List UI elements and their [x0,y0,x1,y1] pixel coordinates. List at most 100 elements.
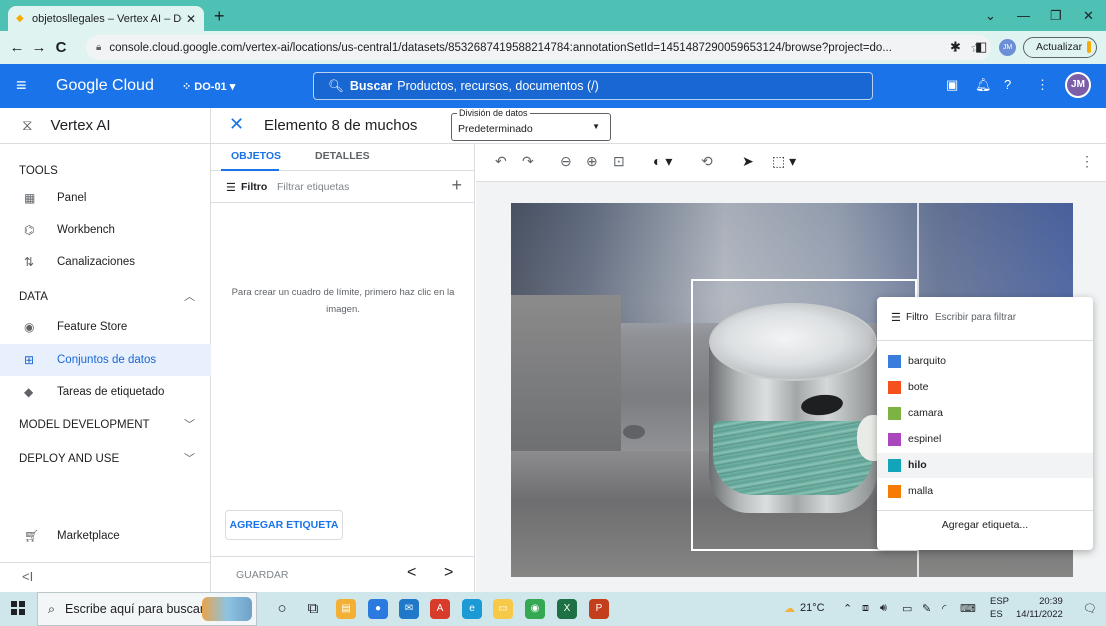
clock[interactable]: 20:39 14/11/2022 [1016,595,1063,621]
zoom-out-icon[interactable]: ⊖ [560,153,572,170]
volume-icon[interactable]: 🔊︎ [880,602,887,615]
input-language[interactable]: ESP ES [990,595,1009,621]
filter-input[interactable]: Filtrar etiquetas [277,181,349,193]
forward-button[interactable]: → [28,39,50,56]
chrome-profile-icon[interactable]: ● [368,599,388,619]
label-option-espinel[interactable]: espinel [877,427,1093,452]
data-split-select[interactable]: División de datos Predeterminado ▼ [451,108,611,141]
tab-search-icon[interactable]: ⌄ [985,8,996,24]
label-option-hilo[interactable]: hilo [877,453,1093,478]
google-cloud-logo[interactable]: Google Cloud [56,77,154,95]
add-new-label-option[interactable]: Agregar etiqueta... [877,519,1093,531]
weather-temp[interactable]: 21°C [800,602,825,614]
label-color-swatch [888,355,901,368]
label-filter[interactable]: ☰ Filtro Filtrar etiquetas + [211,171,474,203]
taskbar-search-placeholder: Escribe aquí para buscar [65,602,204,616]
tab-detalles[interactable]: DETALLES [315,150,370,162]
more-vert-icon[interactable]: ⋮ [1036,77,1049,93]
file-explorer-icon[interactable]: ▭ [493,599,513,619]
label-option-malla[interactable]: malla [877,479,1093,504]
browser-tab[interactable]: ◆ objetosllegales – Vertex AI – DO- ✕ [8,6,204,31]
weather-icon[interactable]: ☁ [784,602,795,615]
label-option-bote[interactable]: bote [877,375,1093,400]
side-panel-icon[interactable]: ◧ [975,39,987,55]
next-item-button[interactable]: > [444,564,453,582]
account-avatar[interactable]: JM [1065,72,1091,98]
item-counter-title: Elemento 8 de muchos [264,117,418,134]
add-label-button[interactable]: AGREGAR ETIQUETA [225,510,343,540]
data-split-value: Predeterminado [458,123,533,135]
sidebar-item-labeling-tasks[interactable]: ◆ Tareas de etiquetado [0,376,211,408]
close-tab-icon[interactable]: ✕ [186,12,196,26]
rotate-icon[interactable]: ⟲ [701,153,713,170]
minimize-icon[interactable]: — [1017,8,1030,23]
windows-start-icon[interactable] [11,601,25,615]
filter-label: Filtro [241,181,268,193]
fit-to-screen-icon[interactable]: ⊡ [613,153,625,170]
task-view-icon[interactable]: ⧉ [303,599,323,619]
acrobat-icon[interactable]: A [430,599,450,619]
battery-icon[interactable]: ▭ [902,602,912,615]
chrome-icon[interactable]: ◉ [525,599,545,619]
extensions-icon[interactable]: ✱ [950,39,961,55]
notifications-bell-icon[interactable]: 🔔︎ [975,77,992,93]
filter-input[interactable]: Escribir para filtrar [935,312,1016,323]
browser-profile-avatar[interactable]: JM [999,39,1016,56]
powerpoint-icon[interactable]: P [589,599,609,619]
save-button[interactable]: GUARDAR [236,569,289,581]
tab-objetos[interactable]: OBJETOS [231,150,281,162]
more-vert-icon[interactable]: ⋮ [1080,153,1094,170]
tray-overflow-icon[interactable]: ⌃ [843,602,852,615]
url-text[interactable]: console.cloud.google.com/vertex-ai/locat… [109,42,940,54]
restore-icon[interactable]: ❐ [1050,8,1062,24]
cloud-shell-icon[interactable]: ▣ [946,77,958,93]
cortana-icon[interactable]: ○ [272,599,292,619]
bounding-box-tool-icon[interactable]: ⬚ ▾ [772,153,796,170]
project-picker[interactable]: ⁘ DO-01 ▾ [182,80,235,93]
update-browser-button[interactable]: Actualizar [1023,37,1097,58]
section-deploy-and-use[interactable]: DEPLOY AND USE ﹀ [0,446,211,472]
close-icon[interactable]: ✕ [229,114,244,135]
mail-icon[interactable]: ✉ [399,599,419,619]
label-option-camara[interactable]: camara [877,401,1093,426]
network-icon[interactable]: ⧈ [862,602,869,615]
back-button[interactable]: ← [6,39,28,56]
store-icon[interactable]: ▤ [336,599,356,619]
zoom-in-icon[interactable]: ⊕ [586,153,598,170]
select-pointer-icon[interactable]: ➤ [742,153,754,170]
undo-icon[interactable]: ↶ [495,153,507,170]
previous-item-button[interactable]: < [407,564,416,582]
address-bar[interactable]: 🔒︎ console.cloud.google.com/vertex-ai/lo… [86,35,991,60]
filter-label: Filtro [906,312,929,323]
edge-icon[interactable]: e [462,599,482,619]
redo-icon[interactable]: ↷ [522,153,534,170]
label-picker-filter[interactable]: ☰ Filtro Escribir para filtrar [877,297,1093,341]
sidebar-item-label: Canalizaciones [57,256,135,268]
window-close-icon[interactable]: ✕ [1083,8,1094,24]
project-dots-icon: ⁘ [182,81,195,93]
taskbar-search[interactable]: ⌕ Escribe aquí para buscar [37,592,257,626]
search-bar[interactable]: 🔍︎ Buscar Productos, recursos, documentos … [313,72,873,100]
excel-icon[interactable]: X [557,599,577,619]
collapse-sidebar-button[interactable]: <I [0,562,211,592]
reload-button[interactable]: C [50,39,72,56]
sidebar-item-marketplace[interactable]: 🛒︎ Marketplace [0,520,211,552]
sidebar-item-feature-store[interactable]: ◉ Feature Store [0,311,211,343]
new-tab-button[interactable]: + [214,6,225,26]
notifications-icon[interactable]: 🗨︎ [1083,602,1097,615]
label-option-barquito[interactable]: barquito [877,349,1093,374]
workbench-icon: ⌬ [24,223,35,237]
add-filter-icon[interactable]: + [451,175,462,196]
help-icon[interactable]: ? [1004,77,1011,92]
sidebar-item-workbench[interactable]: ⌬ Workbench [0,214,211,246]
keyboard-icon[interactable]: ⌨ [960,602,976,615]
brightness-icon[interactable]: ◐ ▾ [653,153,672,170]
sidebar-item-datasets[interactable]: ⊞ Conjuntos de datos [0,344,211,376]
pen-icon[interactable]: ✎ [922,602,931,615]
menu-hamburger-icon[interactable]: ≡ [16,75,27,96]
sidebar-item-panel[interactable]: ▦ Panel [0,182,211,214]
section-model-development[interactable]: MODEL DEVELOPMENT ﹀ [0,412,211,438]
section-data[interactable]: DATA ︿ [0,284,211,310]
sidebar-item-canalizaciones[interactable]: ⇅ Canalizaciones [0,246,211,278]
wifi-icon[interactable]: ◜ [942,602,946,615]
